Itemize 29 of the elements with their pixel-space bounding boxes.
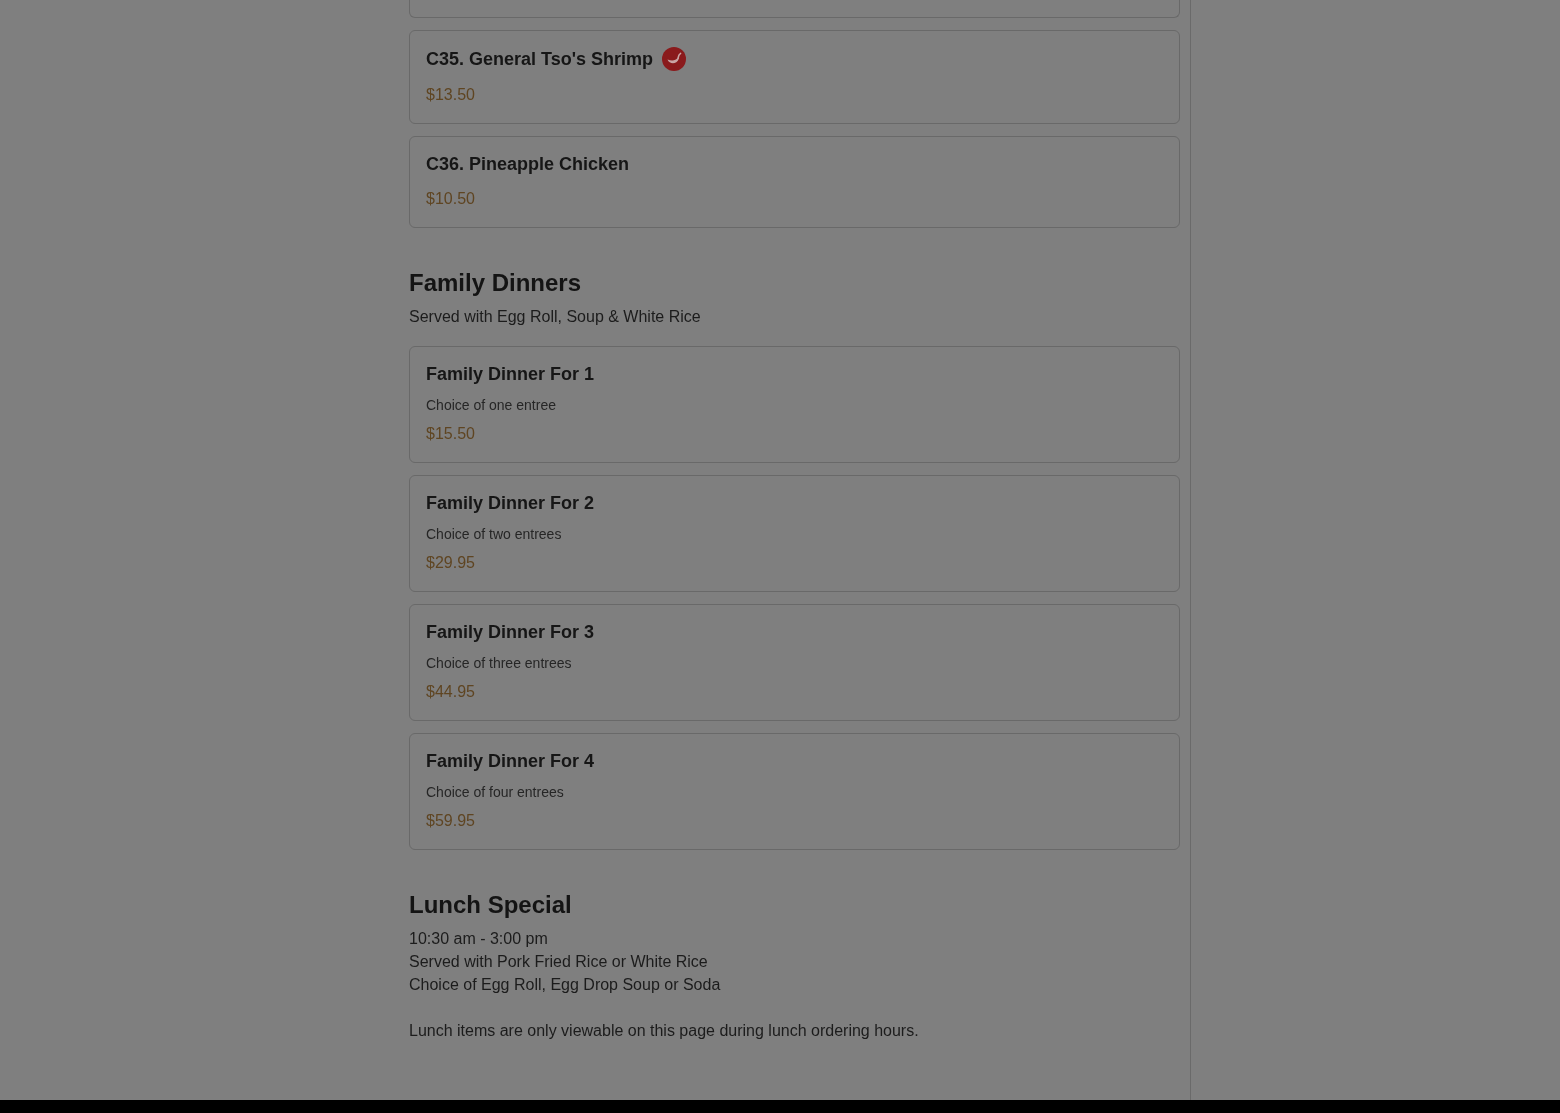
item-price: $59.95	[426, 811, 475, 831]
item-name: C35. General Tso's Shrimp	[426, 48, 654, 70]
item-price: $44.95	[426, 682, 475, 702]
item-price: $13.50	[426, 85, 475, 105]
menu-item-card[interactable]: Family Dinner For 2 Choice of two entrees $29.95	[409, 475, 1180, 592]
menu-item-card[interactable]: C36. Pineapple Chicken $10.50	[409, 136, 1180, 228]
menu-item-card[interactable]: Family Dinner For 4 Choice of four entrees $59.95	[409, 733, 1180, 850]
item-description: Choice of three entrees	[426, 654, 572, 673]
item-name: Family Dinner For 2	[426, 492, 595, 514]
menu-item-card[interactable]: C35. General Tso's Shrimp $13.50	[409, 30, 1180, 124]
item-name: C36. Pineapple Chicken	[426, 153, 630, 175]
section-note: 10:30 am - 3:00 pm	[409, 929, 548, 949]
item-price: $15.50	[426, 424, 475, 444]
item-name: Family Dinner For 1	[426, 363, 595, 385]
section-note: Served with Egg Roll, Soup & White Rice	[409, 307, 701, 327]
notice-text: Lunch items are only viewable on this page during lunch ordering hours.	[409, 1021, 919, 1041]
menu-item-card[interactable]: Family Dinner For 3 Choice of three entrees $44.95	[409, 604, 1180, 721]
item-price: $10.50	[426, 189, 475, 209]
section-note: Served with Pork Fried Rice or White Rice	[409, 952, 708, 972]
section-note: Choice of Egg Roll, Egg Drop Soup or Soda	[409, 975, 721, 995]
item-description: Choice of two entrees	[426, 525, 562, 544]
item-description: Choice of one entree	[426, 396, 556, 415]
item-price: $29.95	[426, 553, 475, 573]
item-description: Choice of four entrees	[426, 783, 564, 802]
item-name: Family Dinner For 4	[426, 750, 595, 772]
menu-item-card[interactable]: Family Dinner For 1 Choice of one entree $15.50	[409, 346, 1180, 463]
item-name: Family Dinner For 3	[426, 621, 595, 643]
section-heading: Family Dinners	[409, 268, 582, 298]
section-heading: Lunch Special	[409, 890, 572, 920]
